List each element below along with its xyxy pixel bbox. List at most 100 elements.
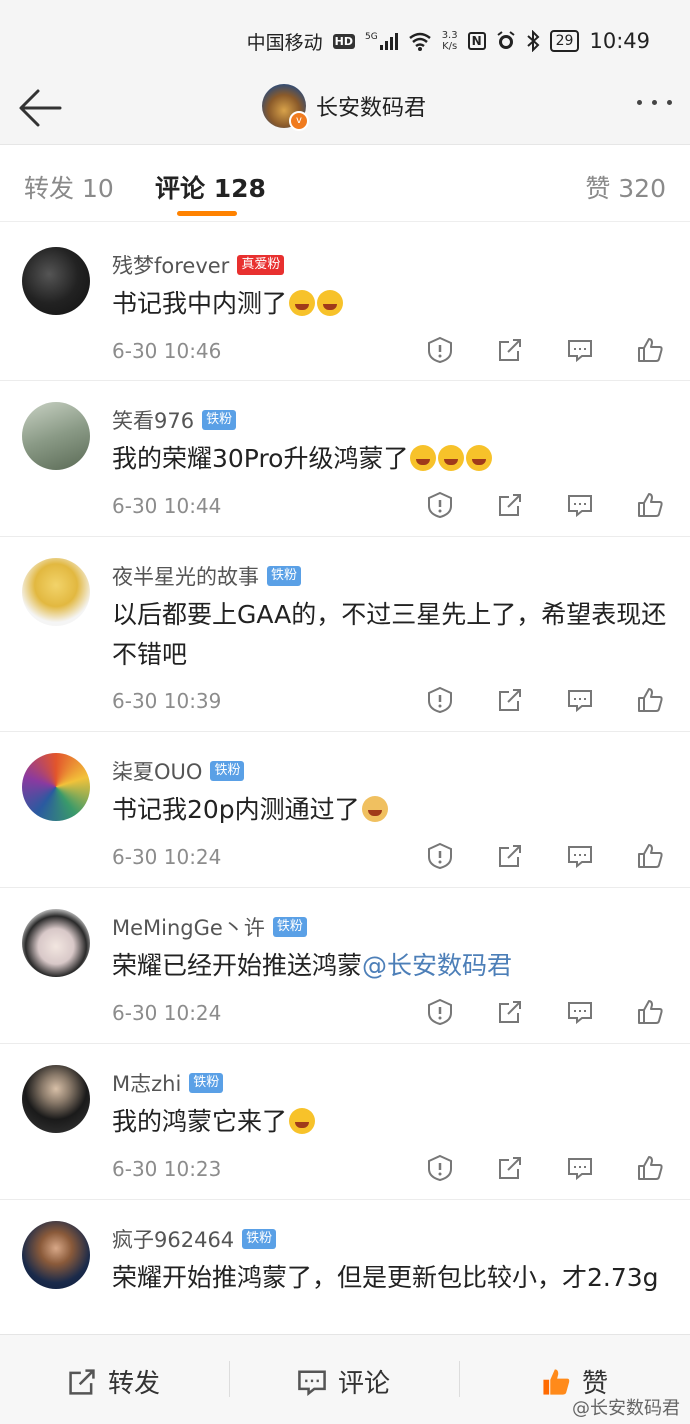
- tab-likes[interactable]: 赞 320: [585, 169, 666, 205]
- like-icon[interactable]: [636, 1154, 664, 1182]
- share-icon[interactable]: [496, 998, 524, 1026]
- like-icon[interactable]: [636, 686, 664, 714]
- tab-repost[interactable]: 转发 10: [24, 169, 114, 205]
- comment-text: 以后都要上GAA的，不过三星先上了，希望表现还不错吧: [112, 600, 667, 669]
- avatar[interactable]: [22, 1221, 90, 1289]
- fan-badge: 真爱粉: [237, 255, 285, 275]
- comment-author: 笑看976 铁粉: [112, 405, 237, 435]
- arrow-left-icon: [19, 89, 62, 127]
- username-link[interactable]: 残梦forever: [112, 250, 229, 280]
- comment-actions: [426, 1154, 664, 1182]
- fan-badge: 铁粉: [210, 761, 245, 781]
- username-link[interactable]: 疯子962464: [112, 1224, 234, 1254]
- repost-label: 转发: [108, 1369, 161, 1399]
- reply-icon[interactable]: [566, 686, 594, 714]
- report-icon[interactable]: [426, 491, 454, 519]
- report-icon[interactable]: [426, 998, 454, 1026]
- divider: [459, 1361, 460, 1397]
- reply-icon[interactable]: [566, 998, 594, 1026]
- comment-time: 6-30 10:23: [112, 1157, 222, 1181]
- comment-text: 书记我20p内测通过了: [112, 790, 672, 830]
- comment-text: 荣耀开始推鸿蒙了，但是更新包比较小，才2.73g: [112, 1263, 659, 1292]
- comment-author: MeMingGe丶许 铁粉: [112, 912, 307, 942]
- comment-text: 我的鸿蒙它来了: [112, 1102, 672, 1142]
- avatar[interactable]: [22, 247, 90, 315]
- reply-icon[interactable]: [566, 491, 594, 519]
- emoji-icon: [438, 445, 465, 471]
- list-item: 残梦forever 真爱粉 书记我中内测了 6-30 10:46: [0, 226, 690, 381]
- nav-bar: v 长安数码君: [0, 72, 690, 145]
- nfc-icon: N: [467, 32, 486, 50]
- comment-list: 残梦forever 真爱粉 书记我中内测了 6-30 10:46 笑看976 铁…: [0, 226, 690, 1360]
- report-icon[interactable]: [426, 686, 454, 714]
- signal-icon: 5G: [365, 32, 398, 50]
- list-item: M志zhi 铁粉 我的鸿蒙它来了 6-30 10:23: [0, 1044, 690, 1200]
- comment-text: 荣耀已经开始推送鸿蒙@长安数码君: [112, 951, 513, 980]
- share-icon[interactable]: [496, 336, 524, 364]
- avatar[interactable]: v: [262, 84, 309, 131]
- report-icon[interactable]: [426, 336, 454, 364]
- comment-label: 评论: [338, 1369, 391, 1399]
- verified-icon: v: [289, 111, 309, 131]
- comment-author: 残梦forever 真爱粉: [112, 250, 285, 280]
- comment-actions: [426, 998, 664, 1026]
- bluetooth-icon: [526, 30, 540, 52]
- grin-emoji-icon: [289, 1108, 316, 1134]
- reply-icon[interactable]: [566, 336, 594, 364]
- comment-text: 书记我中内测了: [112, 284, 672, 324]
- list-item: 柒夏OUO 铁粉 书记我20p内测通过了 6-30 10:24: [0, 732, 690, 888]
- carrier-label: 中国移动: [246, 31, 323, 54]
- comment-author: 疯子962464 铁粉: [112, 1224, 277, 1254]
- avatar[interactable]: [22, 1065, 90, 1133]
- page-title: 长安数码君: [316, 96, 427, 121]
- avatar[interactable]: [22, 558, 90, 626]
- tab-comments[interactable]: 评论 128: [155, 169, 266, 205]
- comment-time: 6-30 10:46: [112, 339, 222, 363]
- like-icon[interactable]: [636, 491, 664, 519]
- emoji-icon: [410, 445, 437, 471]
- share-icon[interactable]: [496, 842, 524, 870]
- network-speed: 3.3 K/s: [441, 30, 458, 52]
- avatar[interactable]: [22, 909, 90, 977]
- like-icon[interactable]: [636, 842, 664, 870]
- reply-icon[interactable]: [566, 1154, 594, 1182]
- divider: [229, 1361, 230, 1397]
- username-link[interactable]: 笑看976: [112, 405, 194, 435]
- share-icon[interactable]: [496, 1154, 524, 1182]
- comment-button[interactable]: 评论: [296, 1363, 390, 1400]
- username-link[interactable]: M志zhi: [112, 1068, 181, 1098]
- avatar[interactable]: [22, 402, 90, 470]
- fan-badge: 铁粉: [272, 917, 307, 937]
- username-link[interactable]: MeMingGe丶许: [112, 912, 265, 942]
- comment-time: 6-30 10:24: [112, 845, 222, 869]
- comment-actions: [426, 491, 664, 519]
- more-icon[interactable]: [637, 100, 672, 105]
- like-icon[interactable]: [636, 998, 664, 1026]
- emoji-icon: [289, 290, 316, 316]
- report-icon[interactable]: [426, 842, 454, 870]
- comment-author: 柒夏OUO 铁粉: [112, 756, 245, 786]
- username-link[interactable]: 柒夏OUO: [112, 756, 202, 786]
- comment-time: 6-30 10:44: [112, 494, 222, 518]
- comment-icon: [298, 1369, 326, 1396]
- alarm-icon: [497, 31, 515, 49]
- active-tab-indicator: [177, 211, 237, 216]
- report-icon[interactable]: [426, 1154, 454, 1182]
- status-bar: 中国移动 HD 5G 3.3 K/s N 29 10:49: [0, 0, 690, 72]
- fan-badge: 铁粉: [267, 566, 302, 586]
- reply-icon[interactable]: [566, 842, 594, 870]
- comment-author: M志zhi 铁粉: [112, 1068, 224, 1098]
- share-icon[interactable]: [496, 686, 524, 714]
- battery-icon: 29: [549, 30, 580, 52]
- repost-button[interactable]: 转发: [66, 1363, 160, 1400]
- like-icon[interactable]: [636, 336, 664, 364]
- profile-header[interactable]: v 长安数码君: [262, 84, 427, 131]
- username-link[interactable]: 夜半星光的故事: [112, 561, 259, 591]
- back-button[interactable]: [18, 88, 62, 128]
- emoji-icon: [317, 290, 344, 316]
- fan-badge: 铁粉: [242, 1229, 277, 1249]
- comment-text: 我的荣耀30Pro升级鸿蒙了: [112, 439, 672, 479]
- avatar[interactable]: [22, 753, 90, 821]
- share-icon[interactable]: [496, 491, 524, 519]
- mention-link[interactable]: @长安数码君: [362, 951, 512, 980]
